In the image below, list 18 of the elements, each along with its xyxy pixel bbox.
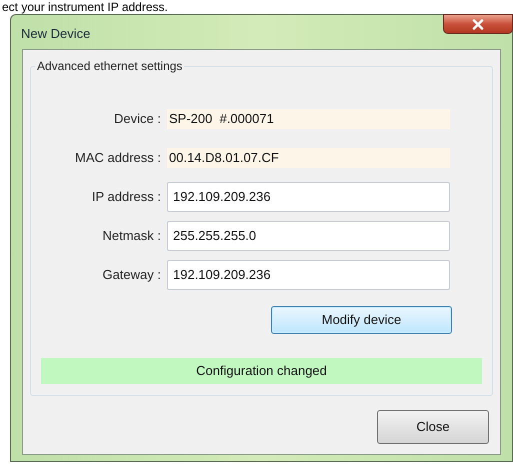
group-title: Advanced ethernet settings (35, 58, 184, 74)
close-button[interactable] (443, 14, 513, 34)
field-label: Device : (113, 110, 162, 128)
field-label: Netmask : (101, 226, 162, 245)
readonly-field: SP-200 #.000071 (167, 108, 450, 128)
dialog-button[interactable]: Close (377, 410, 489, 444)
field-label: IP address : (90, 188, 162, 206)
status-message: Configuration changed (41, 358, 482, 384)
close-icon (472, 18, 484, 30)
input-field[interactable]: 192.109.209.236 (167, 260, 450, 290)
input-field[interactable]: 255.255.255.0 (167, 220, 450, 250)
modify-device-button[interactable]: Modify device (271, 306, 452, 334)
window-title: New Device (21, 25, 90, 43)
readonly-field: 00.14.D8.01.07.CF (167, 148, 450, 168)
document-text: ect your instrument IP address. (2, 0, 168, 14)
field-label: Gateway : (101, 266, 162, 284)
input-field[interactable]: 192.109.209.236 (167, 182, 450, 212)
field-label: MAC address : (74, 148, 162, 167)
